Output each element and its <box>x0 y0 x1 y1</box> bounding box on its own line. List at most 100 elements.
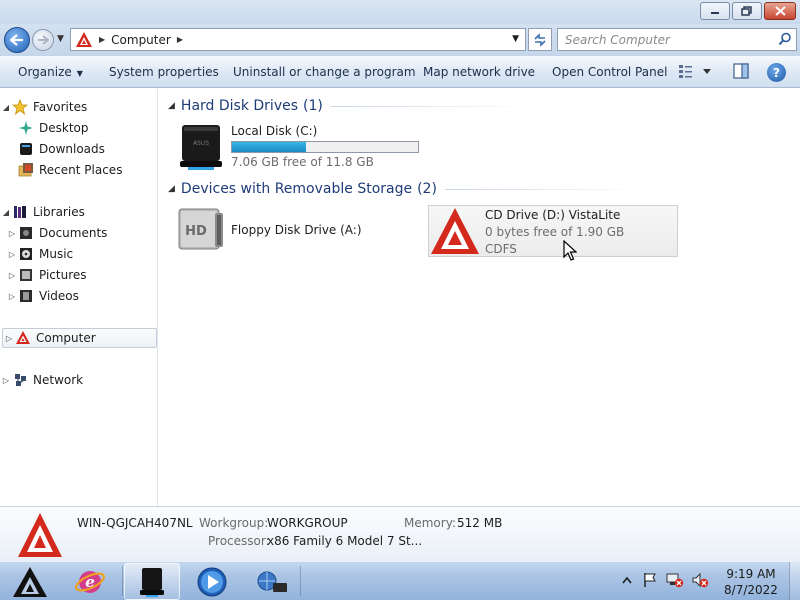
chevron-up-icon <box>622 576 632 584</box>
drive-tile-cd-drive[interactable]: CD Drive (D:) VistaLite 0 bytes free of … <box>428 205 678 257</box>
maximize-icon <box>741 6 752 16</box>
expand-icon[interactable]: ▷ <box>6 292 18 301</box>
recent-places-icon <box>18 162 34 178</box>
open-control-panel-button[interactable]: Open Control Panel <box>552 65 667 79</box>
drive-name: Floppy Disk Drive (A:) <box>231 223 362 237</box>
taskbar-internet-explorer[interactable]: e <box>62 563 118 600</box>
nav-computer[interactable]: ▷ Computer <box>2 328 157 348</box>
drive-free-space: 7.06 GB free of 11.8 GB <box>231 155 374 169</box>
nav-music[interactable]: ▷ Music <box>0 244 156 264</box>
nav-pictures-label: Pictures <box>39 268 87 282</box>
details-pane: WIN-QGJCAH407NL Workgroup: WORKGROUP Mem… <box>0 506 800 561</box>
svg-text:e: e <box>85 573 95 591</box>
capacity-bar <box>231 141 419 153</box>
processor-value: x86 Family 6 Model 7 St... <box>267 534 423 548</box>
change-view-button[interactable] <box>678 63 714 82</box>
show-hidden-icons-button[interactable] <box>618 570 636 590</box>
nav-libraries[interactable]: ◢ Libraries <box>0 202 156 222</box>
memory-value: 512 MB <box>457 516 503 530</box>
help-button[interactable]: ? <box>767 63 786 82</box>
back-button[interactable] <box>4 27 30 53</box>
drive-tile-floppy[interactable]: HD Floppy Disk Drive (A:) <box>177 205 427 257</box>
collapse-icon[interactable]: ◢ <box>0 208 12 217</box>
nav-network[interactable]: ▷ Network <box>0 370 156 390</box>
breadcrumb-separator-icon: ▶ <box>99 35 106 44</box>
search-input[interactable] <box>558 29 768 50</box>
vistalite-cd-icon <box>431 208 479 254</box>
group-header-hard-disk-drives[interactable]: ◢ Hard Disk Drives (1) <box>168 98 531 114</box>
expand-icon[interactable]: ▷ <box>6 271 18 280</box>
address-bar[interactable]: ▶ Computer ▶ ▼ <box>70 28 526 51</box>
network-tool-icon <box>257 571 287 592</box>
expand-icon[interactable]: ▷ <box>6 250 18 259</box>
system-properties-button[interactable]: System properties <box>109 65 219 79</box>
taskbar-explorer[interactable] <box>124 563 180 600</box>
documents-icon <box>18 225 34 241</box>
media-player-icon <box>197 567 227 596</box>
nav-recent-places[interactable]: Recent Places <box>0 160 156 180</box>
videos-icon <box>18 288 34 304</box>
chevron-down-icon: ▼ <box>76 69 83 78</box>
taskbar-network-tool[interactable] <box>244 563 300 600</box>
forward-button[interactable] <box>32 29 54 51</box>
organize-menu[interactable]: Organize ▼ <box>18 65 83 79</box>
collapse-icon[interactable]: ◢ <box>0 103 12 112</box>
uninstall-program-button[interactable]: Uninstall or change a program <box>233 65 416 79</box>
group-count: (1) <box>303 98 323 114</box>
start-logo-icon <box>13 566 47 597</box>
collapse-group-icon[interactable]: ◢ <box>168 101 175 111</box>
refresh-button[interactable] <box>528 28 552 51</box>
drive-filesystem: CDFS <box>485 242 517 256</box>
view-options-icon <box>679 65 711 78</box>
nav-pictures[interactable]: ▷ Pictures <box>0 265 156 285</box>
volume-button[interactable] <box>691 570 709 590</box>
network-disconnected-icon <box>666 573 684 588</box>
nav-videos[interactable]: ▷ Videos <box>0 286 156 306</box>
nav-recent-places-label: Recent Places <box>39 163 123 177</box>
taskbar-media-player[interactable] <box>184 563 240 600</box>
collapse-group-icon[interactable]: ◢ <box>168 184 175 194</box>
workgroup-value: WORKGROUP <box>267 516 348 530</box>
expand-icon[interactable]: ▷ <box>3 334 15 343</box>
svg-text:ASUS: ASUS <box>193 140 209 147</box>
clock-time: 9:19 AM <box>726 567 776 581</box>
flag-icon <box>644 573 656 587</box>
star-icon <box>12 99 28 115</box>
breadcrumb-chevron-icon[interactable]: ▶ <box>177 35 183 44</box>
nav-desktop[interactable]: Desktop <box>0 118 156 138</box>
floppy-drive-icon: HD <box>178 208 223 250</box>
taskbar-separator <box>122 566 123 596</box>
show-desktop-button[interactable] <box>789 562 800 600</box>
start-button[interactable] <box>0 563 60 600</box>
nav-downloads-label: Downloads <box>39 142 105 156</box>
recent-pages-dropdown[interactable]: ▼ <box>57 34 64 44</box>
nav-libraries-label: Libraries <box>33 205 85 219</box>
expand-icon[interactable]: ▷ <box>6 229 18 238</box>
map-network-drive-button[interactable]: Map network drive <box>423 65 535 79</box>
downloads-icon <box>18 141 34 157</box>
nav-downloads[interactable]: Downloads <box>0 139 156 159</box>
taskbar-clock[interactable]: 9:19 AM 8/7/2022 <box>716 566 786 598</box>
nav-documents[interactable]: ▷ Documents <box>0 223 156 243</box>
explorer-drive-icon <box>140 567 164 597</box>
caption-buttons <box>700 2 796 20</box>
drive-tile-local-disk[interactable]: ASUS Local Disk (C:) 7.06 GB free of 11.… <box>178 123 428 173</box>
drive-info: Local Disk (C:) 7.06 GB free of 11.8 GB <box>231 124 419 173</box>
nav-favorites[interactable]: ◢ Favorites <box>0 97 156 117</box>
minimize-button[interactable] <box>700 2 730 20</box>
maximize-button[interactable] <box>732 2 762 20</box>
search-icon[interactable] <box>778 32 792 46</box>
nav-videos-label: Videos <box>39 289 79 303</box>
group-header-removable-storage[interactable]: ◢ Devices with Removable Storage (2) <box>168 181 645 197</box>
action-center-button[interactable] <box>641 570 659 590</box>
breadcrumb-computer[interactable]: Computer <box>111 33 171 47</box>
expand-icon[interactable]: ▷ <box>0 376 12 385</box>
pictures-icon <box>18 267 34 283</box>
preview-pane-button[interactable] <box>733 63 749 82</box>
network-icon <box>12 372 28 388</box>
search-box[interactable] <box>557 28 797 51</box>
close-button[interactable] <box>764 2 796 20</box>
network-status-button[interactable] <box>666 570 684 590</box>
mouse-cursor-icon <box>563 240 577 261</box>
address-dropdown-icon[interactable]: ▼ <box>512 34 519 44</box>
